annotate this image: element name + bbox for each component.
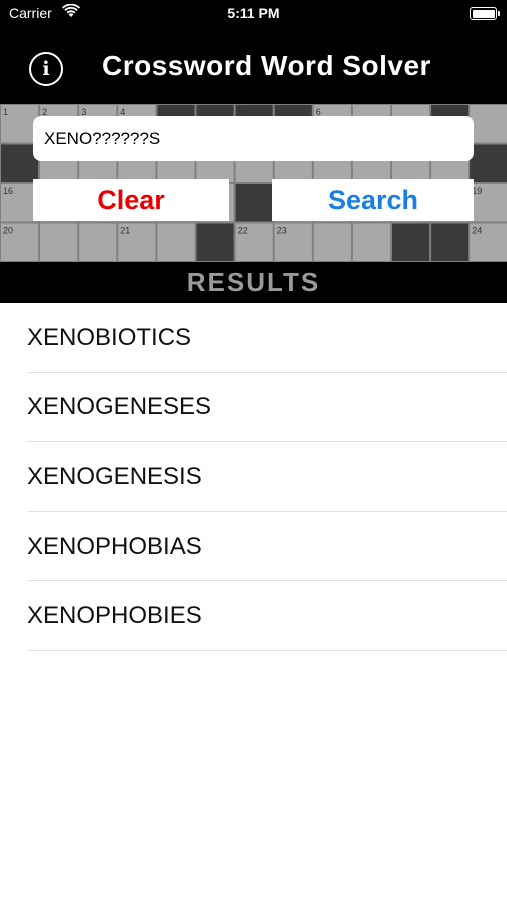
- grid-number: 21: [120, 226, 130, 236]
- grid-cell: [352, 223, 390, 261]
- grid-number: 24: [472, 226, 482, 236]
- grid-cell: [40, 223, 78, 261]
- result-word: XENOGENESIS: [27, 462, 202, 490]
- result-word: XENOPHOBIAS: [27, 532, 202, 560]
- grid-cell: [470, 144, 507, 182]
- grid-cell: [431, 223, 469, 261]
- result-word: XENOBIOTICS: [27, 323, 192, 351]
- results-header: RESULTS: [0, 262, 507, 303]
- clock: 5:11 PM: [227, 5, 280, 21]
- grid-cell: [79, 223, 117, 261]
- grid-number: 23: [277, 226, 287, 236]
- info-icon[interactable]: i: [29, 52, 63, 86]
- crossword-background: 123456716192021222324 Clear Search: [0, 104, 507, 262]
- grid-number: 1: [3, 107, 8, 117]
- grid-cell: [157, 223, 195, 261]
- search-button[interactable]: Search: [272, 179, 474, 221]
- list-item[interactable]: XENOBIOTICS: [0, 303, 507, 373]
- list-item[interactable]: XENOPHOBIAS: [0, 512, 507, 582]
- battery-icon: [470, 7, 500, 20]
- app-title: Crossword Word Solver: [102, 50, 431, 81]
- grid-cell: [313, 223, 351, 261]
- status-bar: Carrier 5:11 PM: [0, 0, 507, 28]
- results-header-label: RESULTS: [186, 267, 321, 297]
- grid-cell: [392, 223, 430, 261]
- search-input[interactable]: [33, 116, 474, 161]
- result-word: XENOPHOBIES: [27, 602, 202, 630]
- grid-cell: [470, 105, 507, 143]
- nav-bar: i Crossword Word Solver: [0, 28, 507, 104]
- grid-number: 16: [3, 186, 13, 196]
- grid-cell: [235, 184, 273, 222]
- result-word: XENOGENESES: [27, 393, 212, 421]
- clear-button[interactable]: Clear: [33, 179, 229, 221]
- grid-cell: [196, 223, 234, 261]
- grid-number: 20: [3, 226, 13, 236]
- list-item[interactable]: XENOPHOBIES: [0, 581, 507, 651]
- results-list: XENOBIOTICS XENOGENESES XENOGENESIS XENO…: [0, 303, 507, 651]
- list-item[interactable]: XENOGENESES: [0, 373, 507, 443]
- list-item[interactable]: XENOGENESIS: [0, 442, 507, 512]
- grid-number: 22: [238, 226, 248, 236]
